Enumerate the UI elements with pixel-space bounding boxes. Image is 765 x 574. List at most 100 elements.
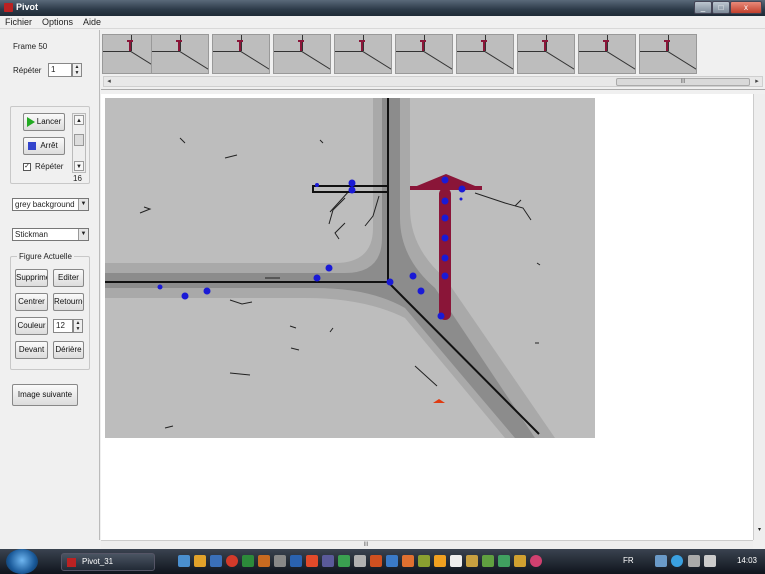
frame-thumbnail[interactable] xyxy=(517,34,575,74)
speed-down-arrow[interactable]: ▼ xyxy=(74,161,84,171)
frame-thumbnail[interactable] xyxy=(273,34,331,74)
quicklaunch-icon[interactable] xyxy=(338,555,350,567)
window-title: Pivot xyxy=(16,2,39,12)
figure-group-title: Figure Actuelle xyxy=(17,252,74,261)
repeat-spinner[interactable]: ▲ ▼ xyxy=(72,63,82,77)
frame-thumbnail[interactable] xyxy=(395,34,453,74)
scroll-down-arrow[interactable]: ▾ xyxy=(755,526,764,536)
horizontal-scroll-thumb[interactable]: III xyxy=(351,542,381,548)
taskbar: Pivot_31 FR 14:03 xyxy=(0,549,765,574)
quicklaunch-icon[interactable] xyxy=(210,555,222,567)
timeline-scroll-thumb[interactable]: III xyxy=(616,78,750,86)
volume-icon[interactable] xyxy=(704,555,716,567)
frame-thumbnail[interactable] xyxy=(212,34,270,74)
repeat-check-label: Répéter xyxy=(35,162,64,171)
horizontal-scrollbar[interactable]: III xyxy=(101,540,753,549)
repeat-label: Répéter xyxy=(13,66,42,75)
current-figure-group: Figure Actuelle Supprimer Editer Centrer… xyxy=(10,252,90,370)
taskbar-pivot-window[interactable]: Pivot_31 xyxy=(61,553,155,571)
title-bar: Pivot _ □ x xyxy=(0,0,765,16)
speed-slider[interactable]: ▲ ▼ xyxy=(72,113,86,173)
speed-thumb[interactable] xyxy=(74,134,84,146)
frame-thumbnail[interactable] xyxy=(151,34,209,74)
red-stick-figure xyxy=(439,188,451,320)
menu-options[interactable]: Options xyxy=(42,17,73,27)
frame-thumbnail[interactable] xyxy=(578,34,636,74)
quicklaunch-icon[interactable] xyxy=(194,555,206,567)
chevron-down-icon: ▼ xyxy=(78,229,88,240)
bring-front-button[interactable]: Devant xyxy=(15,341,48,359)
next-frame-button[interactable]: Image suivante xyxy=(12,384,78,406)
maximize-button[interactable]: □ xyxy=(712,1,730,14)
color-button[interactable]: Couleur xyxy=(15,317,48,335)
flip-figure-button[interactable]: Retourner xyxy=(53,293,84,311)
vertical-scrollbar[interactable]: ▾ xyxy=(753,94,765,540)
quicklaunch-icon[interactable] xyxy=(258,555,270,567)
close-button[interactable]: x xyxy=(730,1,762,14)
taskbar-item-label: Pivot_31 xyxy=(82,557,114,566)
quicklaunch-icon[interactable] xyxy=(450,555,462,567)
stop-icon xyxy=(28,142,36,150)
frame-thumbnail[interactable] xyxy=(639,34,697,74)
play-icon xyxy=(27,117,35,127)
quicklaunch-icon[interactable] xyxy=(514,555,526,567)
menu-fichier[interactable]: Fichier xyxy=(5,17,32,27)
delete-figure-button[interactable]: Supprimer xyxy=(15,269,48,287)
playback-group: Lancer Arrêt ✓ Répéter ▲ ▼ 16 xyxy=(10,106,90,184)
menu-bar: Fichier Options Aide xyxy=(0,16,765,29)
line-size-field[interactable]: 12 xyxy=(53,319,73,333)
scroll-left-arrow[interactable]: ◂ xyxy=(104,77,114,86)
quicklaunch-icon[interactable] xyxy=(370,555,382,567)
quicklaunch-icon[interactable] xyxy=(290,555,302,567)
menu-aide[interactable]: Aide xyxy=(83,17,101,27)
animation-canvas[interactable] xyxy=(105,98,595,438)
quicklaunch-icon[interactable] xyxy=(306,555,318,567)
quicklaunch-icon[interactable] xyxy=(354,555,366,567)
minimize-button[interactable]: _ xyxy=(694,1,712,14)
repeat-count-field[interactable]: 1 xyxy=(48,63,72,77)
figure-select[interactable]: Stickman ▼ xyxy=(12,228,89,241)
quicklaunch-icon[interactable] xyxy=(482,555,494,567)
speed-up-arrow[interactable]: ▲ xyxy=(74,115,84,125)
send-back-button[interactable]: Dérière xyxy=(53,341,84,359)
frame-counter: Frame 50 xyxy=(13,42,48,51)
frame-timeline: ◂ III ▸ xyxy=(101,30,765,90)
frame-thumbnail[interactable] xyxy=(334,34,392,74)
quicklaunch-icon[interactable] xyxy=(386,555,398,567)
line-size-spinner[interactable]: ▲ ▼ xyxy=(73,319,83,333)
red-crossbar xyxy=(410,186,482,190)
quicklaunch-icon[interactable] xyxy=(322,555,334,567)
center-figure-button[interactable]: Centrer xyxy=(15,293,48,311)
quicklaunch-icon[interactable] xyxy=(466,555,478,567)
scroll-right-arrow[interactable]: ▸ xyxy=(752,77,762,86)
figure-select-value: Stickman xyxy=(15,230,48,239)
tray-icon[interactable] xyxy=(671,555,683,567)
stop-button[interactable]: Arrêt xyxy=(23,137,65,155)
quicklaunch-icon[interactable] xyxy=(242,555,254,567)
quicklaunch-icon[interactable] xyxy=(226,555,238,567)
quicklaunch-icon[interactable] xyxy=(274,555,286,567)
quicklaunch-icon[interactable] xyxy=(402,555,414,567)
start-button[interactable] xyxy=(6,549,38,574)
play-button[interactable]: Lancer xyxy=(23,113,65,131)
tray-icon[interactable] xyxy=(688,555,700,567)
language-indicator[interactable]: FR xyxy=(623,556,634,565)
network-icon[interactable] xyxy=(655,555,667,567)
edit-figure-button[interactable]: Editer xyxy=(53,269,84,287)
frame-thumbnail[interactable] xyxy=(456,34,514,74)
quicklaunch-icon[interactable] xyxy=(178,555,190,567)
repeat-checkbox[interactable]: ✓ xyxy=(23,163,31,171)
quicklaunch-icon[interactable] xyxy=(498,555,510,567)
quicklaunch-icon[interactable] xyxy=(434,555,446,567)
chevron-down-icon: ▼ xyxy=(78,199,88,210)
system-clock[interactable]: 14:03 xyxy=(737,556,757,565)
pivot-app-icon xyxy=(67,558,76,567)
quicklaunch-icon[interactable] xyxy=(530,555,542,567)
tool-panel: Frame 50 Répéter 1 ▲ ▼ Lancer Arrêt ✓ Rép… xyxy=(0,30,100,540)
pivot-app-icon xyxy=(4,3,13,12)
timeline-scrollbar[interactable]: ◂ III ▸ xyxy=(103,76,763,87)
background-select[interactable]: grey background ▼ xyxy=(12,198,89,211)
background-select-value: grey background xyxy=(15,200,75,209)
quicklaunch-icon[interactable] xyxy=(418,555,430,567)
canvas-area xyxy=(101,94,753,540)
